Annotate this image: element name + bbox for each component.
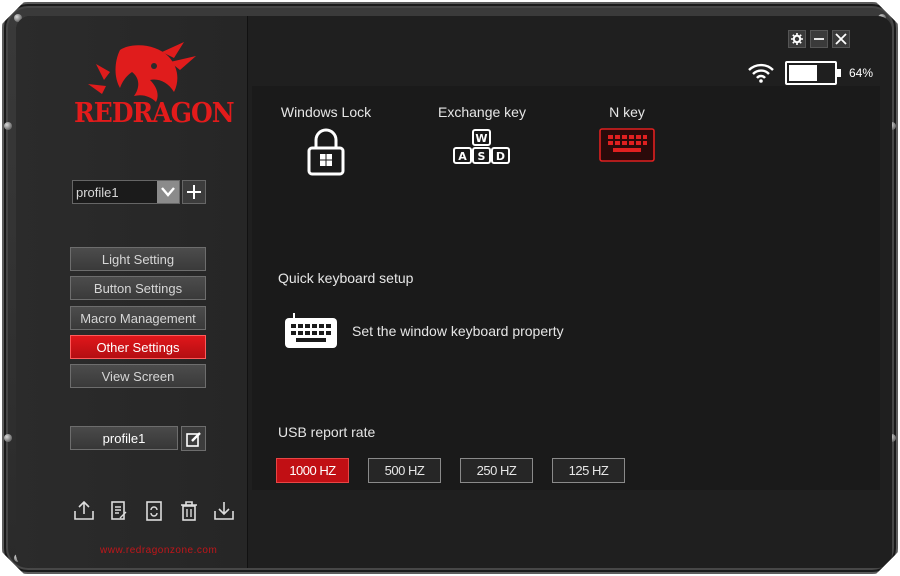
gear-icon[interactable] bbox=[788, 30, 806, 48]
windows-lock-label: Windows Lock bbox=[280, 104, 372, 120]
minimize-icon[interactable] bbox=[810, 30, 828, 48]
rivet bbox=[4, 122, 12, 130]
rivet bbox=[4, 434, 12, 442]
wifi-icon bbox=[748, 63, 774, 83]
edit-icon bbox=[185, 431, 201, 447]
exchange-key-label: Exchange key bbox=[438, 104, 526, 120]
quick-setup-heading: Quick keyboard setup bbox=[278, 270, 414, 286]
keyboard-settings-icon bbox=[285, 313, 337, 348]
svg-text:D: D bbox=[496, 150, 505, 163]
menu-light-setting[interactable]: Light Setting bbox=[70, 247, 206, 271]
windows-lock-toggle[interactable]: Windows Lock bbox=[276, 104, 376, 176]
settings-panel: Windows Lock Exchange key W A S D N key … bbox=[252, 86, 880, 490]
brand-name: REDRAGON bbox=[74, 96, 235, 129]
svg-text:A: A bbox=[458, 150, 467, 163]
usb-report-rate-heading: USB report rate bbox=[278, 424, 376, 440]
battery-icon bbox=[785, 61, 841, 85]
battery-percent: 64% bbox=[849, 66, 874, 80]
menu-macro-management[interactable]: Macro Management bbox=[70, 306, 206, 330]
svg-text:W: W bbox=[475, 132, 487, 145]
profile-toolbar bbox=[72, 500, 236, 522]
trash-icon[interactable] bbox=[177, 500, 201, 522]
sidebar: REDRAGON profile1 Light Setting Button S… bbox=[16, 16, 248, 568]
keyboard-property-action[interactable]: Set the window keyboard property bbox=[284, 312, 564, 350]
keyboard-property-label: Set the window keyboard property bbox=[352, 323, 564, 339]
menu-button-settings[interactable]: Button Settings bbox=[70, 276, 206, 300]
window-content: REDRAGON profile1 Light Setting Button S… bbox=[16, 16, 892, 568]
profile-name-field[interactable]: profile1 bbox=[70, 426, 178, 450]
add-profile-button[interactable] bbox=[182, 180, 206, 204]
profile-dropdown-value: profile1 bbox=[76, 184, 119, 200]
n-key-toggle[interactable]: N key bbox=[582, 104, 672, 162]
menu-other-settings[interactable]: Other Settings bbox=[70, 335, 206, 359]
keyboard-icon bbox=[599, 128, 655, 162]
refresh-icon[interactable] bbox=[142, 500, 166, 522]
close-icon[interactable] bbox=[832, 30, 850, 48]
edit-profile-button[interactable] bbox=[181, 426, 206, 451]
menu-view-screen[interactable]: View Screen bbox=[70, 364, 206, 388]
n-key-label: N key bbox=[609, 104, 645, 120]
export-icon[interactable] bbox=[72, 500, 96, 522]
rate-1000hz-button[interactable]: 1000 HZ bbox=[276, 458, 349, 483]
rate-250hz-button[interactable]: 250 HZ bbox=[460, 458, 533, 483]
plus-icon bbox=[187, 185, 201, 199]
wasd-keys-icon: W A S D bbox=[453, 129, 510, 164]
lock-icon bbox=[307, 128, 345, 176]
chevron-down-icon[interactable] bbox=[157, 181, 179, 203]
connection-status: 64% bbox=[747, 61, 873, 85]
document-icon[interactable] bbox=[107, 500, 131, 522]
rate-500hz-button[interactable]: 500 HZ bbox=[368, 458, 441, 483]
exchange-key-toggle[interactable]: Exchange key W A S D bbox=[422, 104, 542, 166]
website-link[interactable]: www.redragonzone.com bbox=[100, 545, 217, 556]
svg-text:S: S bbox=[478, 150, 486, 163]
profile-dropdown[interactable]: profile1 bbox=[72, 180, 180, 204]
import-icon[interactable] bbox=[212, 500, 236, 522]
battery-fill bbox=[789, 65, 818, 81]
window-controls bbox=[788, 30, 850, 48]
window-frame: REDRAGON profile1 Light Setting Button S… bbox=[2, 2, 898, 574]
usb-rate-options: 1000 HZ 500 HZ 250 HZ 125 HZ bbox=[276, 458, 625, 483]
rate-125hz-button[interactable]: 125 HZ bbox=[552, 458, 625, 483]
